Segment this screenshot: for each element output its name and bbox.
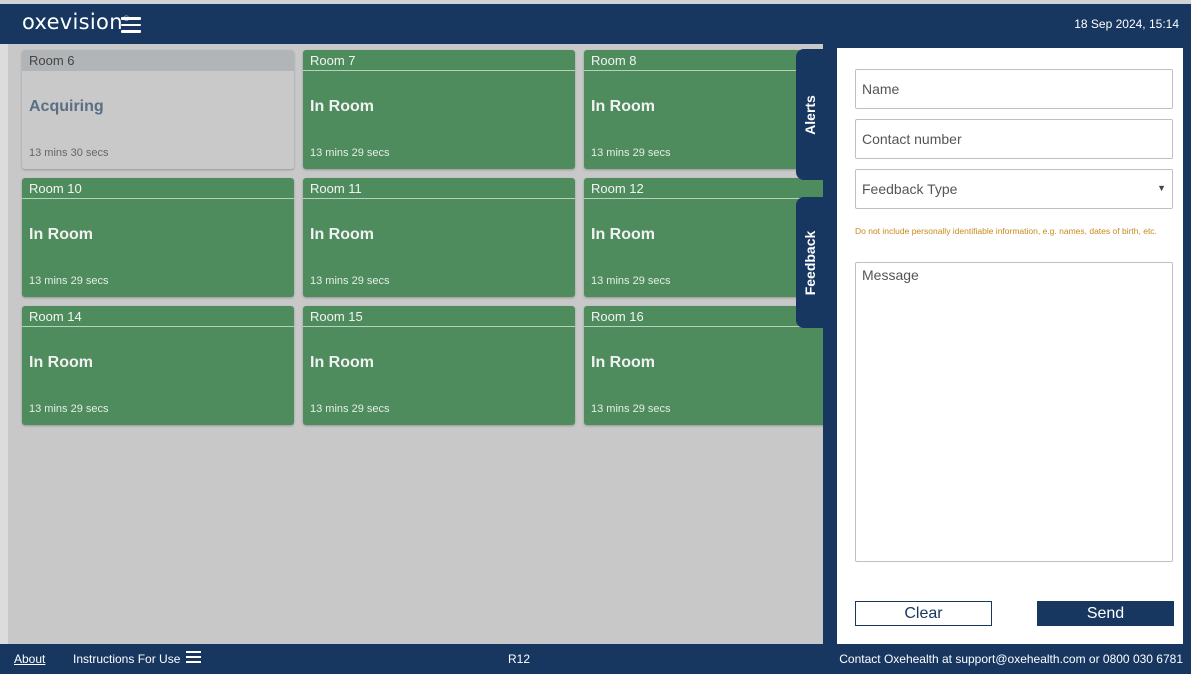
- menu-icon: [186, 651, 202, 666]
- room-duration: 13 mins 29 secs: [591, 403, 671, 415]
- alerts-tab[interactable]: Alerts: [796, 49, 823, 180]
- room-duration: 13 mins 29 secs: [310, 403, 390, 415]
- room-name: Room 14: [22, 306, 294, 327]
- feedback-type-value: Feedback Type: [862, 181, 958, 197]
- pii-warning: Do not include personally identifiable i…: [855, 226, 1157, 236]
- room-status: In Room: [591, 98, 655, 115]
- feedback-panel: Feedback Type ▼ Do not include personall…: [823, 44, 1191, 644]
- room-tile[interactable]: Room 6 Acquiring 13 mins 30 secs: [22, 50, 294, 169]
- logo-text: oxevision: [22, 10, 123, 34]
- room-name: Room 11: [303, 178, 575, 199]
- feedback-tab-label: Feedback: [801, 230, 818, 295]
- room-duration: 13 mins 29 secs: [591, 275, 671, 287]
- room-duration: 13 mins 29 secs: [29, 275, 109, 287]
- room-name: Room 6: [22, 50, 294, 71]
- room-tile[interactable]: Room 10 In Room 13 mins 29 secs: [22, 178, 294, 297]
- room-status: In Room: [29, 226, 93, 243]
- room-tile[interactable]: Room 11 In Room 13 mins 29 secs: [303, 178, 575, 297]
- about-link[interactable]: About: [14, 652, 45, 666]
- feedback-form: Feedback Type ▼ Do not include personall…: [837, 48, 1183, 644]
- room-name: Room 15: [303, 306, 575, 327]
- room-duration: 13 mins 29 secs: [29, 403, 109, 415]
- room-status: In Room: [591, 354, 655, 371]
- room-duration: 13 mins 29 secs: [310, 275, 390, 287]
- room-duration: 13 mins 30 secs: [29, 147, 109, 159]
- room-tile[interactable]: Room 7 In Room 13 mins 29 secs: [303, 50, 575, 169]
- feedback-type-select[interactable]: Feedback Type ▼: [855, 169, 1173, 209]
- name-input[interactable]: [855, 69, 1173, 109]
- room-code: R12: [508, 652, 531, 666]
- room-status: Acquiring: [29, 98, 104, 115]
- top-bar: oxevision® 18 Sep 2024, 15:14: [0, 0, 1191, 44]
- contact-info: Contact Oxehealth at support@oxehealth.c…: [839, 652, 1183, 666]
- instructions-label: Instructions For Use: [73, 651, 181, 666]
- room-status: In Room: [310, 226, 374, 243]
- room-name: Room 12: [584, 178, 856, 199]
- room-tile[interactable]: Room 15 In Room 13 mins 29 secs: [303, 306, 575, 425]
- main-menu-icon[interactable]: [121, 17, 141, 33]
- contact-number-input[interactable]: [855, 119, 1173, 159]
- room-status: In Room: [310, 98, 374, 115]
- current-datetime: 18 Sep 2024, 15:14: [1074, 17, 1179, 31]
- room-duration: 13 mins 29 secs: [310, 147, 390, 159]
- room-status: In Room: [310, 354, 374, 371]
- left-edge-strip: [0, 44, 8, 644]
- alerts-tab-label: Alerts: [801, 94, 818, 135]
- room-status: In Room: [29, 354, 93, 371]
- room-status: In Room: [591, 226, 655, 243]
- message-textarea[interactable]: [855, 262, 1173, 562]
- clear-button[interactable]: Clear: [855, 601, 992, 626]
- send-button[interactable]: Send: [1037, 601, 1174, 626]
- room-name: Room 7: [303, 50, 575, 71]
- feedback-tab[interactable]: Feedback: [796, 197, 823, 328]
- room-grid: Room 6 Acquiring 13 mins 30 secs Room 7 …: [8, 44, 856, 644]
- oxevision-logo: oxevision®: [22, 10, 130, 34]
- room-name: Room 10: [22, 178, 294, 199]
- room-tile[interactable]: Room 14 In Room 13 mins 29 secs: [22, 306, 294, 425]
- room-duration: 13 mins 29 secs: [591, 147, 671, 159]
- instructions-for-use-link[interactable]: Instructions For Use: [73, 651, 202, 666]
- footer-bar: About Instructions For Use R12 Contact O…: [0, 644, 1191, 674]
- chevron-down-icon: ▼: [1157, 183, 1166, 193]
